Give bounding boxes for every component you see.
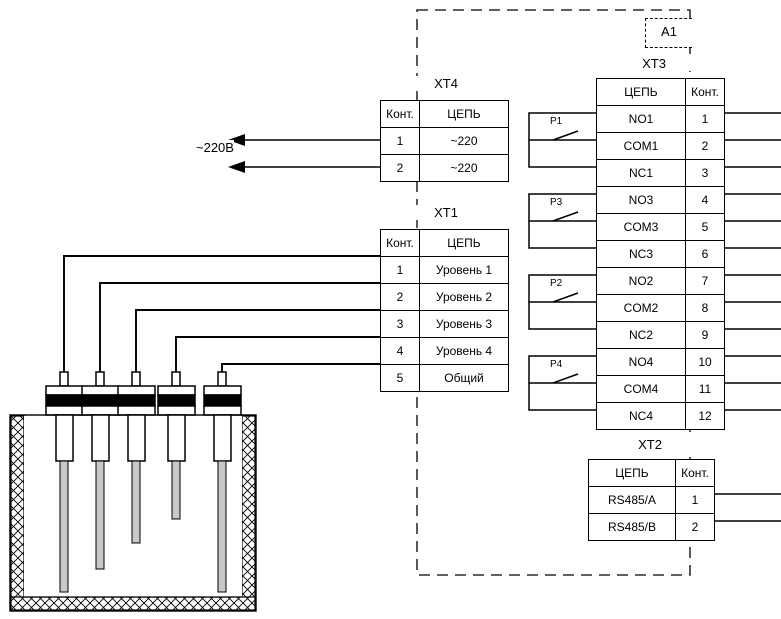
xt4-ckt-2: ~220	[419, 154, 509, 182]
table-row: RS485/A 1	[588, 486, 715, 514]
xt3-ckt-6: NC3	[596, 240, 686, 268]
xt3-ckt-8: COM2	[596, 294, 686, 322]
xt1-ckt-1: Уровень 1	[419, 256, 509, 284]
xt2-header-ckt: ЦЕПЬ	[588, 459, 676, 487]
xt4-header-ckt: ЦЕПЬ	[419, 100, 509, 128]
xt1-title: XT1	[380, 205, 512, 220]
xt2-ckt-1: RS485/A	[588, 486, 676, 514]
xt2-title: XT2	[588, 437, 712, 452]
table-row: 1 ~220	[380, 127, 509, 155]
xt2-pin-1: 1	[675, 486, 715, 514]
wiring-diagram: A1 ~220В XT4 Конт. ЦЕПЬ 1 ~220 2 ~220 XT…	[0, 0, 781, 619]
xt1-header-pin: Конт.	[380, 229, 420, 257]
xt3-ckt-1: NO1	[596, 105, 686, 133]
xt3-ckt-3: NC1	[596, 159, 686, 187]
xt3-pin-1: 1	[685, 105, 725, 133]
xt4-pin-2: 2	[380, 154, 420, 182]
table-row: NC2 9	[596, 321, 725, 349]
xt1-ckt-3: Уровень 3	[419, 310, 509, 338]
table-row: COM2 8	[596, 294, 725, 322]
table-row: NO1 1	[596, 105, 725, 133]
xt1-pin-3: 3	[380, 310, 420, 338]
xt3-pin-9: 9	[685, 321, 725, 349]
xt3-ckt-10: NO4	[596, 348, 686, 376]
xt3-terminal-table: ЦЕПЬ Конт. NO1 1 COM1 2 NC1 3 NO3 4 COM3…	[596, 78, 725, 430]
xt3-pin-4: 4	[685, 186, 725, 214]
xt4-header-pin: Конт.	[380, 100, 420, 128]
xt1-pin-2: 2	[380, 283, 420, 311]
table-header-row: Конт. ЦЕПЬ	[380, 229, 509, 257]
table-row: NC3 6	[596, 240, 725, 268]
xt3-ckt-4: NO3	[596, 186, 686, 214]
xt3-pin-6: 6	[685, 240, 725, 268]
table-row: COM4 11	[596, 375, 725, 403]
xt1-header-ckt: ЦЕПЬ	[419, 229, 509, 257]
table-row: 4 Уровень 4	[380, 337, 509, 365]
electrode-wires	[63, 255, 381, 386]
xt3-title: XT3	[596, 56, 712, 71]
xt3-ckt-7: NO2	[596, 267, 686, 295]
table-row: NO3 4	[596, 186, 725, 214]
xt1-pin-5: 5	[380, 364, 420, 392]
electrode-heads	[45, 385, 242, 416]
table-row: 2 Уровень 2	[380, 283, 509, 311]
xt3-ckt-11: COM4	[596, 375, 686, 403]
xt3-pin-3: 3	[685, 159, 725, 187]
xt3-pin-5: 5	[685, 213, 725, 241]
table-row: NO2 7	[596, 267, 725, 295]
relay-label-p3: P3	[549, 197, 564, 208]
table-row: COM3 5	[596, 213, 725, 241]
xt3-pin-11: 11	[685, 375, 725, 403]
xt3-header-pin: Конт.	[685, 78, 725, 106]
table-row: NC4 12	[596, 402, 725, 430]
electrode-assembly	[45, 371, 242, 416]
xt4-ckt-1: ~220	[419, 127, 509, 155]
table-header-row: ЦЕПЬ Конт.	[588, 459, 715, 487]
xt2-ckt-2: RS485/B	[588, 513, 676, 541]
table-row: COM1 2	[596, 132, 725, 160]
relay-label-p2: P2	[549, 278, 564, 289]
xt3-ckt-5: COM3	[596, 213, 686, 241]
xt4-title: XT4	[380, 76, 512, 91]
xt3-pin-7: 7	[685, 267, 725, 295]
enclosure-label: A1	[645, 18, 692, 48]
table-row: 3 Уровень 3	[380, 310, 509, 338]
xt1-ckt-5: Общий	[419, 364, 509, 392]
xt3-pin-8: 8	[685, 294, 725, 322]
table-header-row: ЦЕПЬ Конт.	[596, 78, 725, 106]
xt1-ckt-4: Уровень 4	[419, 337, 509, 365]
xt2-field-wires	[712, 493, 781, 522]
xt3-ckt-2: COM1	[596, 132, 686, 160]
relay-label-p1: P1	[549, 116, 564, 127]
xt4-pin-1: 1	[380, 127, 420, 155]
table-row: 1 Уровень 1	[380, 256, 509, 284]
table-row: NC1 3	[596, 159, 725, 187]
table-row: RS485/B 2	[588, 513, 715, 541]
xt3-pin-10: 10	[685, 348, 725, 376]
xt3-ckt-9: NC2	[596, 321, 686, 349]
xt2-terminal-table: ЦЕПЬ Конт. RS485/A 1 RS485/B 2	[588, 459, 715, 541]
xt2-header-pin: Конт.	[675, 459, 715, 487]
xt1-ckt-2: Уровень 2	[419, 283, 509, 311]
table-header-row: Конт. ЦЕПЬ	[380, 100, 509, 128]
xt1-terminal-table: Конт. ЦЕПЬ 1 Уровень 1 2 Уровень 2 3 Уро…	[380, 229, 509, 392]
mains-wires	[240, 139, 380, 168]
table-row: 5 Общий	[380, 364, 509, 392]
table-row: 2 ~220	[380, 154, 509, 182]
xt2-pin-2: 2	[675, 513, 715, 541]
xt3-pin-12: 12	[685, 402, 725, 430]
relay-label-p4: P4	[549, 359, 564, 370]
xt1-pin-1: 1	[380, 256, 420, 284]
mains-voltage-label: ~220В	[196, 140, 234, 155]
table-row: NO4 10	[596, 348, 725, 376]
xt4-terminal-table: Конт. ЦЕПЬ 1 ~220 2 ~220	[380, 100, 509, 182]
xt3-ckt-12: NC4	[596, 402, 686, 430]
xt1-pin-4: 4	[380, 337, 420, 365]
xt3-pin-2: 2	[685, 132, 725, 160]
xt3-header-ckt: ЦЕПЬ	[596, 78, 686, 106]
